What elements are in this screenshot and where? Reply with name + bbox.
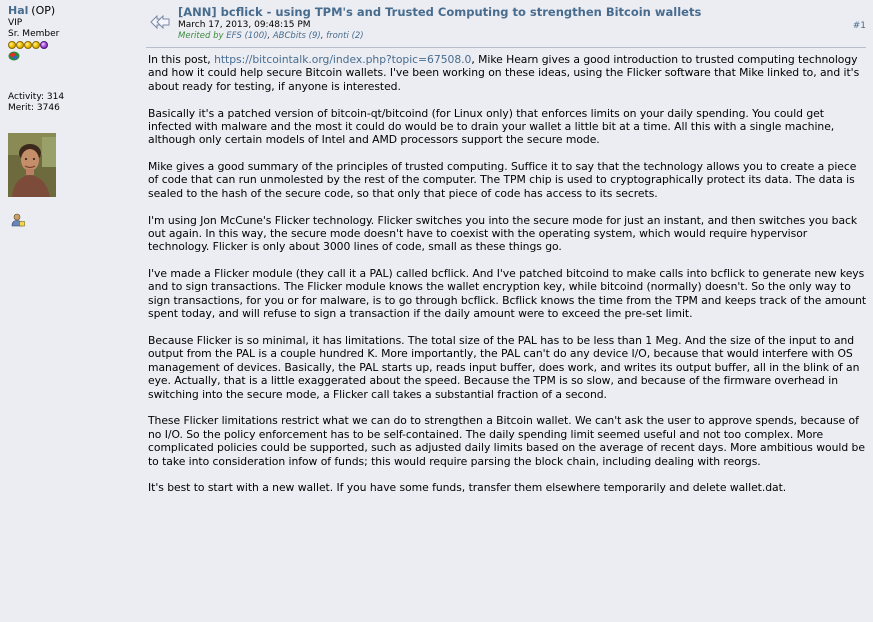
merit-user-link[interactable]: EFS (100) — [226, 31, 267, 41]
rank-stars — [8, 41, 140, 49]
merited-label: Merited by — [178, 31, 227, 41]
star-icon — [40, 41, 48, 49]
poster-name: Hal (OP) — [8, 5, 140, 18]
star-icon — [32, 41, 40, 49]
star-icon — [24, 41, 32, 49]
poster-rank-2: Sr. Member — [8, 29, 60, 39]
poster-stats: Activity: 314 Merit: 3746 — [8, 92, 140, 114]
post-header: [ANN] bcflick - using TPM's and Trusted … — [146, 5, 866, 45]
star-icon — [8, 41, 16, 49]
flag-icon — [8, 51, 20, 61]
post-date: March 17, 2013, 09:48:15 PM — [178, 20, 311, 30]
topic-icon — [150, 14, 170, 30]
op-tag: (OP) — [31, 4, 56, 17]
poster-rank: VIP — [8, 18, 23, 28]
profile-icon[interactable] — [11, 213, 25, 227]
post-paragraph: These Flicker limitations restrict what … — [148, 414, 865, 468]
merited-by: Merited by EFS (100), ABCbits (9), front… — [178, 31, 364, 41]
forum-post: Hal (OP) VIP Sr. Member Activity: 314 Me… — [0, 0, 873, 622]
merit-user-link[interactable]: ABCbits (9) — [273, 31, 321, 41]
topic-link[interactable]: https://bitcointalk.org/index.php?topic=… — [214, 53, 471, 66]
avatar — [8, 133, 56, 197]
post-paragraph: Because Flicker is so minimal, it has li… — [148, 333, 860, 401]
post-paragraph: Mike gives a good summary of the princip… — [148, 160, 857, 200]
post-paragraph: I'm using Jon McCune's Flicker technolog… — [148, 213, 858, 254]
star-icon — [16, 41, 24, 49]
post-paragraph: In this post, https://bitcointalk.org/in… — [148, 53, 860, 93]
activity: Activity: 314 — [8, 92, 65, 102]
post-paragraph: Basically it's a patched version of bitc… — [148, 106, 835, 147]
merit: Merit: 3746 — [8, 103, 60, 113]
post-paragraph: It's best to start with a new wallet. If… — [148, 481, 787, 495]
post-body: In this post, https://bitcointalk.org/in… — [148, 53, 870, 508]
post-paragraph: I've made a Flicker module (they call it… — [148, 267, 867, 321]
divider — [146, 47, 866, 48]
post-number[interactable]: #1 — [853, 21, 866, 31]
poster-info: Hal (OP) VIP Sr. Member Activity: 314 Me… — [0, 0, 140, 622]
poster-name-link[interactable]: Hal — [8, 4, 28, 17]
merit-user-link[interactable]: fronti (2) — [326, 31, 364, 41]
post-title[interactable]: [ANN] bcflick - using TPM's and Trusted … — [178, 5, 701, 19]
